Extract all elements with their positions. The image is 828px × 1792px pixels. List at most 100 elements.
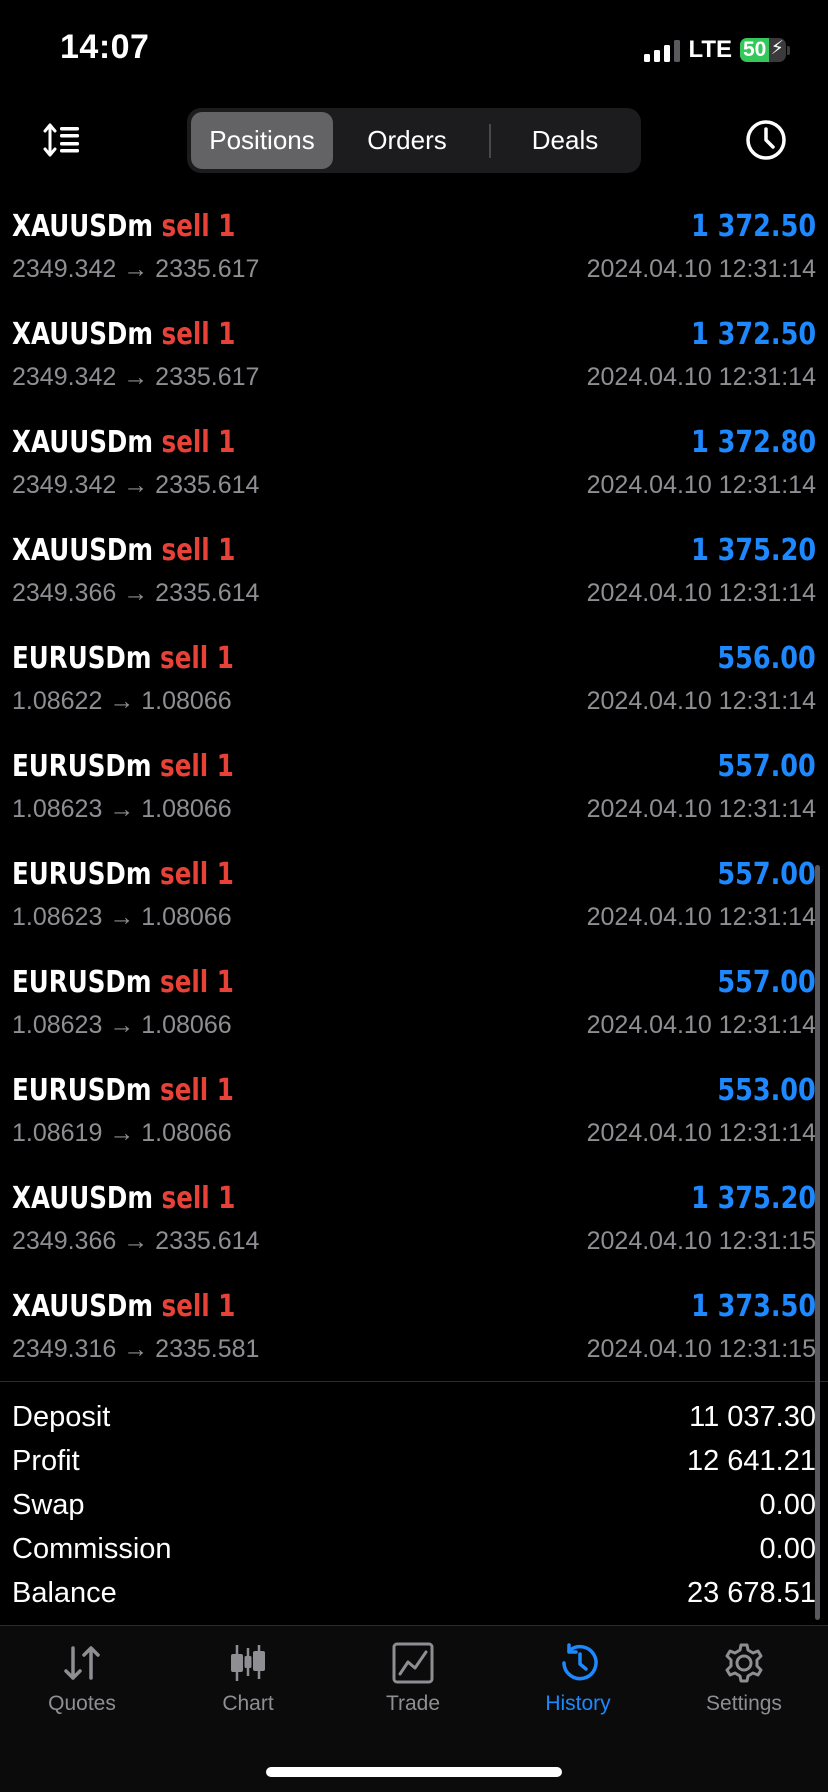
sort-icon	[43, 123, 79, 157]
summary-row-profit: Profit 12 641.21	[0, 1439, 828, 1483]
tab-orders[interactable]: Orders	[337, 112, 477, 169]
deal-symbol-line: EURUSDm sell 1	[12, 965, 234, 1000]
deal-symbol-line: XAUUSDm sell 1	[12, 1289, 235, 1324]
deal-symbol: EURUSDm	[12, 857, 152, 892]
deal-profit: 556.00	[717, 641, 816, 676]
account-summary: Deposit 11 037.30 Profit 12 641.21 Swap …	[0, 1395, 828, 1615]
scrollbar[interactable]	[815, 865, 820, 1620]
deal-symbol: XAUUSDm	[12, 1289, 153, 1324]
deal-row[interactable]: EURUSDm sell 1 1.08623 → 1.08066 557.00 …	[0, 843, 828, 951]
deal-time: 2024.04.10 12:31:14	[586, 1011, 816, 1039]
sort-button[interactable]	[40, 118, 84, 162]
battery-percent: 50	[743, 38, 767, 61]
deal-row[interactable]: XAUUSDm sell 1 2349.342 → 2335.617 1 372…	[0, 303, 828, 411]
deal-price: 1.08623 → 1.08066	[12, 1011, 232, 1039]
trade-icon	[392, 1642, 434, 1684]
deal-time: 2024.04.10 12:31:14	[586, 687, 816, 715]
deal-time: 2024.04.10 12:31:15	[586, 1227, 816, 1255]
summary-row-deposit: Deposit 11 037.30	[0, 1395, 828, 1439]
summary-label: Deposit	[12, 1401, 111, 1433]
deal-side: sell 1	[161, 317, 236, 352]
summary-label: Swap	[12, 1489, 85, 1521]
summary-row-swap: Swap 0.00	[0, 1483, 828, 1527]
deal-profit: 1 372.50	[690, 209, 816, 244]
deal-price: 2349.316 → 2335.581	[12, 1335, 260, 1363]
history-icon	[562, 1643, 598, 1681]
deal-row[interactable]: EURUSDm sell 1 1.08619 → 1.08066 553.00 …	[0, 1059, 828, 1167]
quotes-icon	[64, 1646, 100, 1680]
deal-time: 2024.04.10 12:31:14	[586, 795, 816, 823]
history-segmented-control: Positions Orders Deals	[187, 108, 641, 173]
deal-time: 2024.04.10 12:31:14	[586, 1119, 816, 1147]
deal-side: sell 1	[161, 1181, 236, 1216]
deal-profit: 1 373.50	[690, 1289, 816, 1324]
deal-symbol-line: EURUSDm sell 1	[12, 641, 234, 676]
deal-profit: 557.00	[717, 857, 816, 892]
deal-time: 2024.04.10 12:31:14	[586, 579, 816, 607]
deal-side: sell 1	[160, 641, 234, 676]
summary-label: Profit	[12, 1445, 80, 1477]
status-indicators: LTE 50 ⚡	[644, 36, 790, 64]
summary-value: 0.00	[759, 1533, 816, 1565]
deal-profit: 1 372.50	[690, 317, 816, 352]
clock-icon	[746, 120, 786, 160]
tab-positions[interactable]: Positions	[191, 112, 333, 169]
tab-label: Quotes	[48, 1692, 116, 1715]
status-time: 14:07	[60, 28, 150, 66]
summary-label: Commission	[12, 1533, 172, 1565]
summary-value: 12 641.21	[686, 1445, 816, 1477]
deal-side: sell 1	[160, 1073, 234, 1108]
deal-time: 2024.04.10 12:31:14	[586, 255, 816, 283]
deal-time: 2024.04.10 12:31:15	[586, 1335, 816, 1363]
deal-side: sell 1	[161, 425, 236, 460]
deal-row[interactable]: XAUUSDm sell 1 2349.316 → 2335.581 1 373…	[0, 1275, 828, 1383]
deal-symbol: XAUUSDm	[12, 317, 153, 352]
deal-symbol: EURUSDm	[12, 965, 152, 1000]
summary-value: 11 037.30	[689, 1401, 816, 1433]
summary-value: 0.00	[759, 1489, 816, 1521]
deal-profit: 1 372.80	[690, 425, 816, 460]
deal-symbol-line: EURUSDm sell 1	[12, 857, 234, 892]
deal-symbol-line: XAUUSDm sell 1	[12, 209, 235, 244]
deal-row[interactable]: EURUSDm sell 1 1.08623 → 1.08066 557.00 …	[0, 951, 828, 1059]
tabbar-trade[interactable]: Trade	[343, 1642, 483, 1716]
home-indicator[interactable]	[266, 1767, 562, 1777]
deal-row[interactable]: EURUSDm sell 1 1.08622 → 1.08066 556.00 …	[0, 627, 828, 735]
deal-price: 2349.342 → 2335.614	[12, 471, 260, 499]
tab-deals[interactable]: Deals	[493, 112, 637, 169]
deal-symbol: XAUUSDm	[12, 209, 153, 244]
deal-price: 2349.342 → 2335.617	[12, 255, 260, 283]
deal-price: 2349.342 → 2335.617	[12, 363, 260, 391]
cellular-signal-icon	[644, 38, 681, 62]
deal-side: sell 1	[160, 749, 234, 784]
tabbar-quotes[interactable]: Quotes	[12, 1642, 152, 1716]
deal-row[interactable]: XAUUSDm sell 1 2349.342 → 2335.614 1 372…	[0, 411, 828, 519]
deal-symbol-line: XAUUSDm sell 1	[12, 425, 235, 460]
summary-divider	[0, 1381, 828, 1382]
deal-profit: 557.00	[717, 749, 816, 784]
deal-symbol: XAUUSDm	[12, 533, 153, 568]
deal-symbol-line: XAUUSDm sell 1	[12, 1181, 235, 1216]
deal-side: sell 1	[161, 533, 236, 568]
deal-profit: 553.00	[717, 1073, 816, 1108]
tabbar-history[interactable]: History	[508, 1642, 648, 1716]
deal-symbol-line: EURUSDm sell 1	[12, 1073, 234, 1108]
deal-symbol-line: EURUSDm sell 1	[12, 749, 234, 784]
deal-time: 2024.04.10 12:31:14	[586, 903, 816, 931]
deal-price: 2349.366 → 2335.614	[12, 1227, 260, 1255]
tabbar-settings[interactable]: Settings	[674, 1642, 814, 1716]
segment-divider	[489, 124, 491, 158]
tab-label: History	[545, 1692, 611, 1715]
period-button[interactable]	[744, 118, 788, 162]
deal-row[interactable]: EURUSDm sell 1 1.08623 → 1.08066 557.00 …	[0, 735, 828, 843]
deal-row[interactable]: XAUUSDm sell 1 2349.366 → 2335.614 1 375…	[0, 1167, 828, 1275]
tab-label: Chart	[222, 1692, 274, 1715]
summary-label: Balance	[12, 1577, 117, 1609]
deal-row[interactable]: XAUUSDm sell 1 2349.366 → 2335.614 1 375…	[0, 519, 828, 627]
deal-time: 2024.04.10 12:31:14	[586, 363, 816, 391]
deals-list: XAUUSDm sell 1 2349.342 → 2335.617 1 372…	[0, 195, 828, 1383]
deal-row[interactable]: XAUUSDm sell 1 2349.342 → 2335.617 1 372…	[0, 195, 828, 303]
chart-icon	[231, 1645, 265, 1681]
tabbar-chart[interactable]: Chart	[178, 1642, 318, 1716]
tab-label: Trade	[385, 1692, 441, 1715]
